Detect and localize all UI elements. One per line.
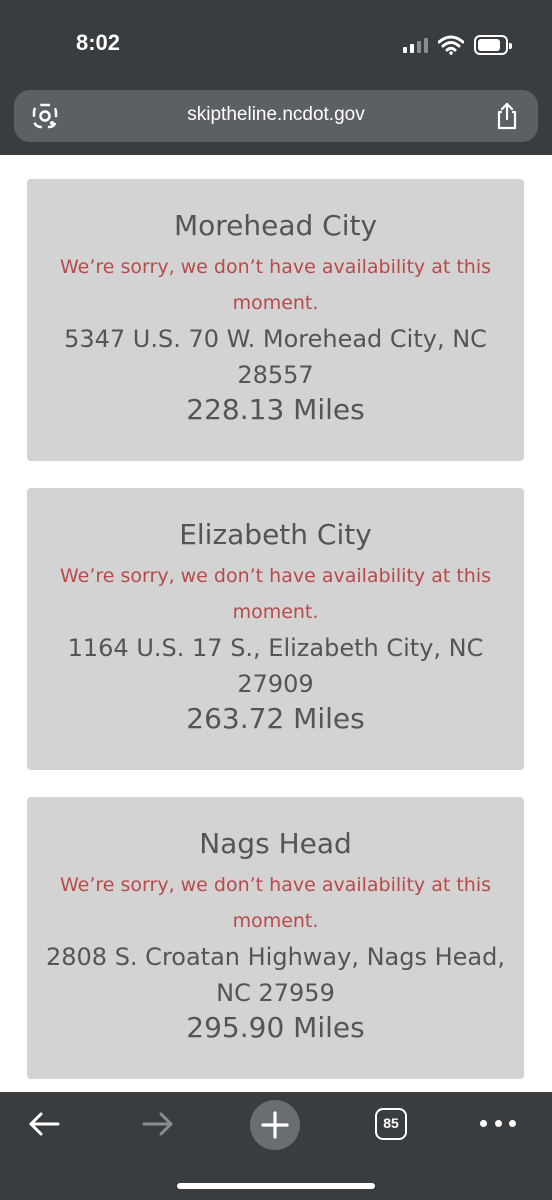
location-distance: 263.72 Miles (186, 702, 365, 735)
availability-message: We’re sorry, we don’t have availability … (59, 874, 491, 932)
url-text[interactable]: skiptheline.ncdot.gov (14, 104, 538, 126)
location-name: Elizabeth City (179, 518, 372, 551)
location-distance: 295.90 Miles (186, 1011, 365, 1044)
address-bar[interactable]: skiptheline.ncdot.gov (14, 90, 538, 142)
location-address: 1164 U.S. 17 S., Elizabeth City, NC 2790… (67, 634, 484, 698)
browser-top-bar: 8:02 skiptheline.ncdot.gov (0, 0, 552, 155)
location-address: 5347 U.S. 70 W. Morehead City, NC 28557 (64, 325, 487, 389)
location-card[interactable]: Nags Head We’re sorry, we don’t have ava… (27, 797, 524, 1079)
more-menu-icon[interactable] (480, 1116, 516, 1130)
availability-message: We’re sorry, we don’t have availability … (59, 256, 491, 314)
signal-icon (403, 37, 428, 53)
status-icons (403, 34, 512, 56)
page-content: Morehead City We’re sorry, we don’t have… (0, 155, 552, 1092)
location-name: Nags Head (199, 827, 352, 860)
new-tab-button[interactable] (250, 1100, 300, 1150)
location-name: Morehead City (173, 209, 378, 242)
wifi-icon (438, 35, 464, 55)
location-distance: 228.13 Miles (186, 393, 365, 426)
status-time: 8:02 (76, 30, 121, 55)
availability-message: We’re sorry, we don’t have availability … (59, 565, 491, 623)
location-card[interactable]: Elizabeth City We’re sorry, we don’t hav… (27, 488, 524, 770)
home-indicator (177, 1183, 375, 1189)
location-address: 2808 S. Croatan Highway, Nags Head, NC 2… (45, 943, 505, 1007)
share-icon[interactable] (494, 102, 520, 130)
forward-arrow-icon[interactable] (140, 1106, 176, 1142)
tab-switcher-button[interactable]: 85 (375, 1108, 407, 1140)
battery-icon (474, 35, 512, 55)
location-card[interactable]: Morehead City We’re sorry, we don’t have… (27, 179, 524, 461)
plus-icon (261, 1111, 289, 1139)
back-arrow-icon[interactable] (26, 1106, 62, 1142)
